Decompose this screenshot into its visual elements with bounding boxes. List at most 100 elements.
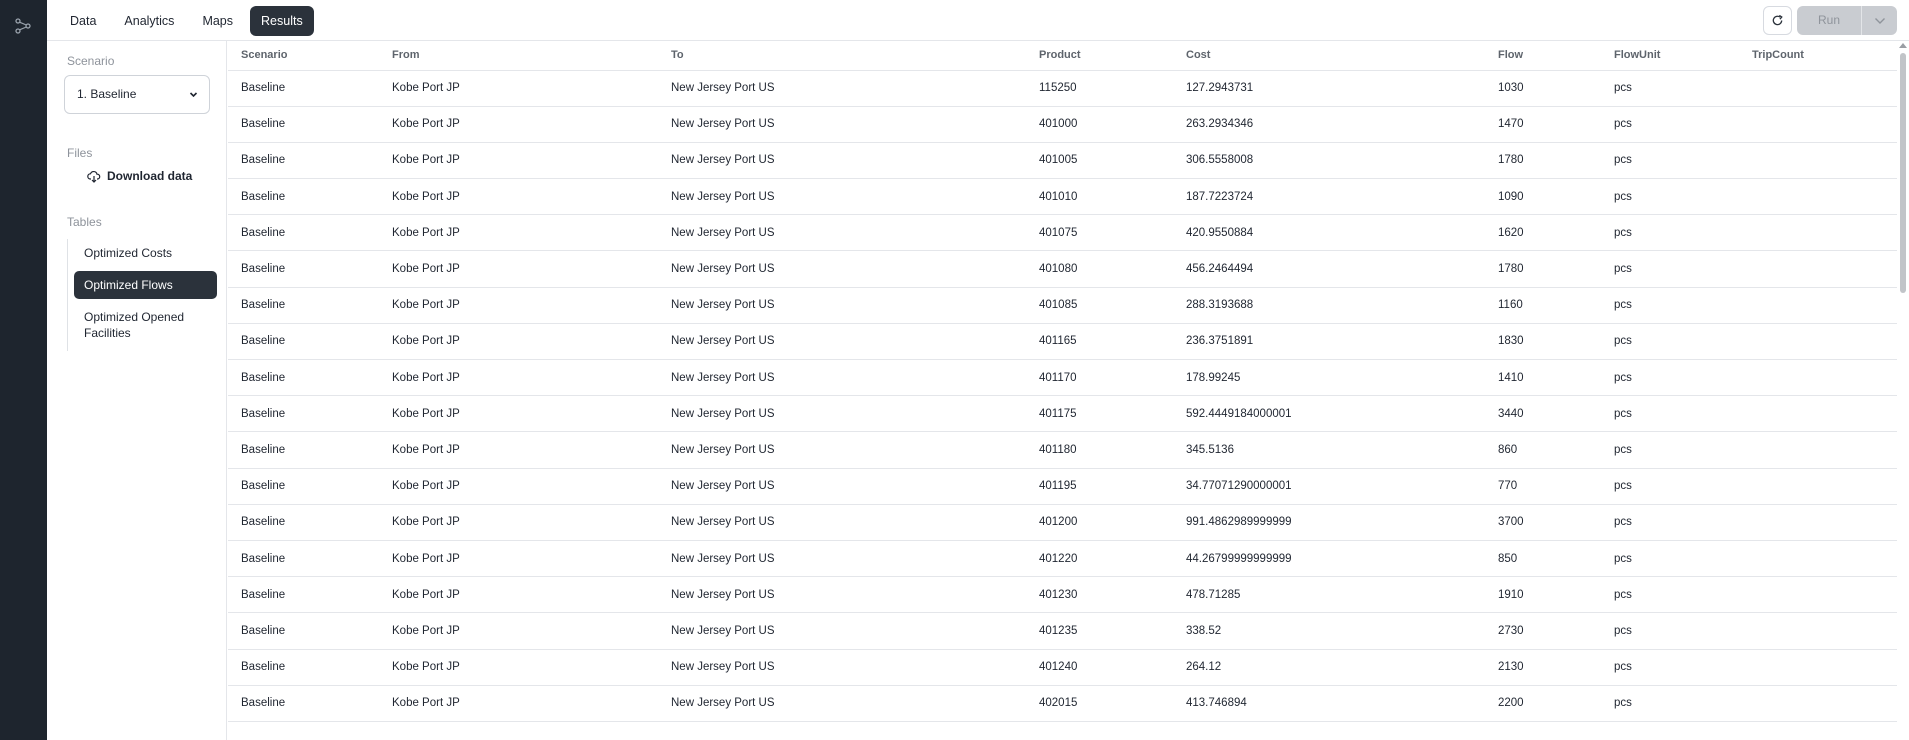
cell-cost: 338.52 <box>1173 612 1485 650</box>
column-header-flow[interactable]: Flow <box>1485 41 1601 71</box>
cell-product: 401075 <box>1026 214 1173 252</box>
chevron-down-icon <box>1874 17 1885 24</box>
cell-product: 401170 <box>1026 359 1173 397</box>
cell-tripcount <box>1739 287 1897 324</box>
cell-scenario: Baseline <box>228 431 379 469</box>
column-header-cost[interactable]: Cost <box>1173 41 1485 71</box>
table-row[interactable]: Baseline Kobe Port JP New Jersey Port US 40… <box>228 649 1897 686</box>
table-item-optimized-flows[interactable]: Optimized Flows <box>74 271 217 299</box>
cell-scenario: Baseline <box>228 214 379 252</box>
cell-from: Kobe Port JP <box>379 70 658 107</box>
table-row[interactable]: Baseline Kobe Port JP New Jersey Port US 40… <box>228 323 1897 361</box>
cell-cost: 34.77071290000001 <box>1173 468 1485 505</box>
cell-to: New Jersey Port US <box>658 214 1026 252</box>
cell-flowunit: pcs <box>1601 468 1739 505</box>
tab-maps[interactable]: Maps <box>191 6 244 36</box>
table-row[interactable]: Baseline Kobe Port JP New Jersey Port US 40… <box>228 431 1897 469</box>
cell-from: Kobe Port JP <box>379 540 658 578</box>
table-row[interactable]: Baseline Kobe Port JP New Jersey Port US 40… <box>228 685 1897 722</box>
cell-scenario: Baseline <box>228 178 379 216</box>
cell-flowunit: pcs <box>1601 612 1739 650</box>
tab-results[interactable]: Results <box>250 6 314 36</box>
table-row[interactable]: Baseline Kobe Port JP New Jersey Port US 40… <box>228 214 1897 252</box>
cell-cost: 236.3751891 <box>1173 323 1485 361</box>
cell-flow: 1780 <box>1485 142 1601 180</box>
column-header-to[interactable]: To <box>658 41 1026 71</box>
cell-from: Kobe Port JP <box>379 214 658 252</box>
table-item-optimized-costs[interactable]: Optimized Costs <box>74 239 217 267</box>
cell-flow: 2730 <box>1485 612 1601 650</box>
cell-product: 401235 <box>1026 612 1173 650</box>
table-row[interactable]: Baseline Kobe Port JP New Jersey Port US 11… <box>228 70 1897 107</box>
table-row[interactable]: Baseline Kobe Port JP New Jersey Port US 40… <box>228 468 1897 505</box>
run-button[interactable]: Run <box>1797 6 1861 35</box>
download-data-link[interactable]: Download data <box>87 169 192 183</box>
column-header-scenario[interactable]: Scenario <box>228 41 379 71</box>
table-row[interactable]: Baseline Kobe Port JP New Jersey Port US 40… <box>228 250 1897 288</box>
tab-analytics[interactable]: Analytics <box>113 6 185 36</box>
cell-product: 401195 <box>1026 468 1173 505</box>
cell-product: 401080 <box>1026 250 1173 288</box>
cell-flow: 2130 <box>1485 649 1601 686</box>
column-header-tripcount[interactable]: TripCount <box>1739 41 1897 71</box>
table-row[interactable]: Baseline Kobe Port JP New Jersey Port US 40… <box>228 178 1897 216</box>
cell-to: New Jersey Port US <box>658 142 1026 180</box>
cell-flow: 1090 <box>1485 178 1601 216</box>
table-row[interactable]: Baseline Kobe Port JP New Jersey Port US 40… <box>228 576 1897 614</box>
cell-from: Kobe Port JP <box>379 250 658 288</box>
cell-from: Kobe Port JP <box>379 685 658 722</box>
table-item-optimized-opened-facilities[interactable]: Optimized Opened Facilities <box>74 303 217 347</box>
cell-scenario: Baseline <box>228 540 379 578</box>
files-section-title: Files <box>67 146 93 160</box>
cell-product: 401230 <box>1026 576 1173 614</box>
download-data-label: Download data <box>107 169 193 183</box>
table-header-row: Scenario From To Product Cost Flow FlowUnit Tri… <box>228 41 1897 71</box>
table-row[interactable]: Baseline Kobe Port JP New Jersey Port US 40… <box>228 612 1897 650</box>
cell-product: 401220 <box>1026 540 1173 578</box>
table-row[interactable]: Baseline Kobe Port JP New Jersey Port US 40… <box>228 287 1897 324</box>
cell-flow: 1160 <box>1485 287 1601 324</box>
run-button-group: Run <box>1797 6 1897 35</box>
cell-flowunit: pcs <box>1601 323 1739 361</box>
table-row[interactable]: Baseline Kobe Port JP New Jersey Port US 40… <box>228 540 1897 578</box>
cell-scenario: Baseline <box>228 395 379 433</box>
cell-tripcount <box>1739 540 1897 578</box>
scroll-up-icon[interactable] <box>1899 43 1907 48</box>
cell-flowunit: pcs <box>1601 214 1739 252</box>
cell-to: New Jersey Port US <box>658 685 1026 722</box>
column-header-product[interactable]: Product <box>1026 41 1173 71</box>
cell-flow: 1830 <box>1485 323 1601 361</box>
scroll-thumb[interactable] <box>1900 53 1906 293</box>
cell-flowunit: pcs <box>1601 359 1739 397</box>
cell-cost: 592.4449184000001 <box>1173 395 1485 433</box>
column-header-flowunit[interactable]: FlowUnit <box>1601 41 1739 71</box>
cell-cost: 288.3193688 <box>1173 287 1485 324</box>
cell-cost: 456.2464494 <box>1173 250 1485 288</box>
run-options-button[interactable] <box>1861 6 1897 35</box>
table-scrollbar[interactable] <box>1897 41 1909 740</box>
table-row[interactable]: Baseline Kobe Port JP New Jersey Port US 40… <box>228 395 1897 433</box>
cell-from: Kobe Port JP <box>379 106 658 143</box>
cell-from: Kobe Port JP <box>379 178 658 216</box>
cell-cost: 345.5136 <box>1173 431 1485 469</box>
app-logo-icon[interactable] <box>12 15 34 37</box>
tables-section-title: Tables <box>67 215 102 229</box>
scenario-select[interactable]: 1. Baseline <box>64 75 210 114</box>
cell-flow: 1030 <box>1485 70 1601 107</box>
cell-flow: 850 <box>1485 540 1601 578</box>
cell-scenario: Baseline <box>228 359 379 397</box>
table-row[interactable]: Baseline Kobe Port JP New Jersey Port US 40… <box>228 142 1897 180</box>
cell-to: New Jersey Port US <box>658 359 1026 397</box>
table-row[interactable]: Baseline Kobe Port JP New Jersey Port US 40… <box>228 504 1897 541</box>
table-row[interactable]: Baseline Kobe Port JP New Jersey Port US 40… <box>228 359 1897 397</box>
app-rail <box>0 0 47 740</box>
cell-flowunit: pcs <box>1601 250 1739 288</box>
cell-flow: 3700 <box>1485 504 1601 541</box>
refresh-button[interactable] <box>1763 6 1792 35</box>
chevron-down-icon <box>189 76 198 128</box>
cell-flowunit: pcs <box>1601 178 1739 216</box>
table-row[interactable]: Baseline Kobe Port JP New Jersey Port US 40… <box>228 106 1897 143</box>
column-header-from[interactable]: From <box>379 41 658 71</box>
tab-data[interactable]: Data <box>59 6 107 36</box>
cell-scenario: Baseline <box>228 612 379 650</box>
